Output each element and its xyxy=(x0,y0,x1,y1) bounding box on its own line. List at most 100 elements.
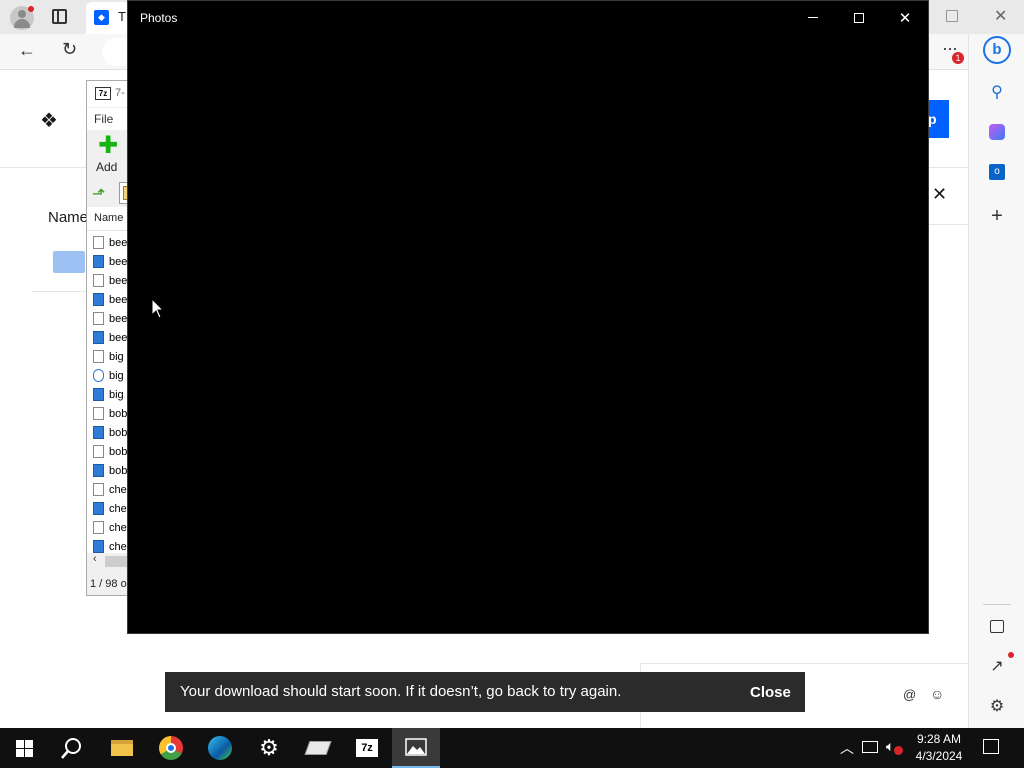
mouse-cursor-icon xyxy=(151,298,164,319)
up-folder-icon[interactable]: ⬏ xyxy=(92,184,105,204)
list-item[interactable]: bob xyxy=(93,423,127,442)
panel-close-icon[interactable]: ✕ xyxy=(932,184,947,205)
file-name: bee xyxy=(109,255,128,268)
toast-close-button[interactable]: Close xyxy=(750,684,791,701)
outlook-icon[interactable]: o xyxy=(985,160,1009,184)
list-item[interactable]: bee xyxy=(93,309,127,328)
list-item[interactable]: bee xyxy=(93,271,127,290)
list-item[interactable]: che xyxy=(93,499,127,518)
start-button[interactable] xyxy=(0,728,48,768)
volume-muted-icon[interactable]: 🔈︎ xyxy=(886,738,894,755)
search-icon xyxy=(61,738,81,759)
mention-icon[interactable]: @ xyxy=(903,687,916,702)
add-label: Add xyxy=(96,160,118,174)
action-center-icon[interactable] xyxy=(983,739,999,754)
file-name: che xyxy=(109,502,127,515)
settings-icon[interactable]: ⚙ xyxy=(985,694,1009,718)
emoji-icon[interactable]: ☺ xyxy=(930,686,944,702)
menu-file[interactable]: File xyxy=(94,112,113,126)
file-explorer-button[interactable] xyxy=(98,728,146,768)
file-icon xyxy=(93,274,104,287)
list-item[interactable]: bob xyxy=(93,442,127,461)
7zip-title: 7- xyxy=(115,87,125,99)
clock-date: 4/3/2024 xyxy=(915,749,963,763)
red-dot-icon xyxy=(1008,652,1014,658)
name-column-header[interactable]: Name xyxy=(94,212,123,224)
file-icon xyxy=(93,445,104,458)
minimize-icon xyxy=(808,17,818,18)
file-icon xyxy=(93,350,104,363)
file-name: bob xyxy=(109,426,128,439)
file-name: big xyxy=(109,350,124,363)
folder-icon xyxy=(111,740,133,756)
file-name: bee xyxy=(109,312,128,325)
tab-active[interactable]: ◆ T xyxy=(86,2,130,34)
list-item[interactable]: bee xyxy=(93,233,127,252)
list-item[interactable]: bee xyxy=(93,328,127,347)
refresh-icon[interactable]: ↻ xyxy=(62,39,77,60)
list-item[interactable]: bob xyxy=(93,404,127,423)
copilot-icon[interactable] xyxy=(985,120,1009,144)
close-button[interactable]: ✕ xyxy=(994,6,1007,26)
file-name: big xyxy=(109,369,124,382)
edge-icon xyxy=(208,736,232,760)
alert-badge: 1 xyxy=(952,52,964,64)
tab-title: T xyxy=(118,9,126,24)
photos-taskbar-button[interactable] xyxy=(392,728,440,768)
file-icon xyxy=(93,483,104,496)
settings-button[interactable]: ⚙ xyxy=(245,728,293,768)
add-icon[interactable]: + xyxy=(985,204,1009,228)
list-item[interactable]: big xyxy=(93,366,124,385)
comment-box-border xyxy=(641,663,968,664)
close-icon: ✕ xyxy=(898,9,912,27)
image-file-icon xyxy=(93,502,104,515)
list-item[interactable]: bob xyxy=(93,461,127,480)
list-item[interactable]: bee xyxy=(93,252,127,271)
minimize-button[interactable] xyxy=(790,1,836,34)
photos-title-bar[interactable]: Photos ✕ xyxy=(128,1,928,34)
file-name: bob xyxy=(109,445,128,458)
app-button[interactable] xyxy=(294,728,342,768)
bing-chat-icon[interactable]: b xyxy=(983,36,1011,64)
search-icon[interactable]: ⚲ xyxy=(985,80,1009,104)
photo-canvas[interactable] xyxy=(128,34,928,633)
add-plus-icon: ✚ xyxy=(98,132,119,159)
clock[interactable]: 9:28 AM 4/3/2024 xyxy=(908,731,970,765)
maximize-button[interactable] xyxy=(836,1,882,34)
upgrade-button[interactable]: p xyxy=(928,100,949,138)
back-icon[interactable]: ← xyxy=(18,40,36,61)
split-screen-icon[interactable] xyxy=(985,614,1009,638)
restore-button[interactable] xyxy=(946,10,958,22)
windows-logo-icon xyxy=(15,739,33,757)
file-name: bob xyxy=(109,407,128,420)
chrome-button[interactable] xyxy=(147,728,195,768)
dropbox-favicon: ◆ xyxy=(94,10,109,25)
7zip-taskbar-button[interactable]: 7z xyxy=(343,728,391,768)
list-item[interactable]: che xyxy=(93,518,127,537)
list-item[interactable]: big xyxy=(93,385,124,404)
add-button[interactable]: ✚ Add xyxy=(93,132,123,175)
tray-chevron-icon[interactable]: ︿ xyxy=(840,738,854,758)
file-name: bee xyxy=(109,236,128,249)
gear-icon: ⚙ xyxy=(259,735,279,760)
scroll-left-icon[interactable]: ‹ xyxy=(93,553,97,565)
tab-actions-icon[interactable] xyxy=(52,9,67,24)
file-name: bee xyxy=(109,293,128,306)
network-icon[interactable] xyxy=(862,741,878,753)
panel-divider xyxy=(929,224,968,225)
photos-title: Photos xyxy=(140,11,178,25)
list-item[interactable]: big xyxy=(93,347,124,366)
file-name: big xyxy=(109,388,124,401)
close-button[interactable]: ✕ xyxy=(882,1,928,34)
dropbox-logo-icon[interactable]: ❖ xyxy=(40,108,58,133)
sidebar-divider xyxy=(983,604,1011,605)
list-item[interactable]: che xyxy=(93,480,127,499)
list-item[interactable]: bee xyxy=(93,290,127,309)
notification-dot xyxy=(28,6,34,12)
mute-badge xyxy=(894,746,903,755)
external-link-icon[interactable]: ↗ xyxy=(985,654,1009,678)
name-column-header[interactable]: Name xyxy=(48,209,88,226)
edge-button[interactable] xyxy=(196,728,244,768)
search-button[interactable] xyxy=(48,728,96,768)
profile-avatar[interactable] xyxy=(10,6,34,30)
